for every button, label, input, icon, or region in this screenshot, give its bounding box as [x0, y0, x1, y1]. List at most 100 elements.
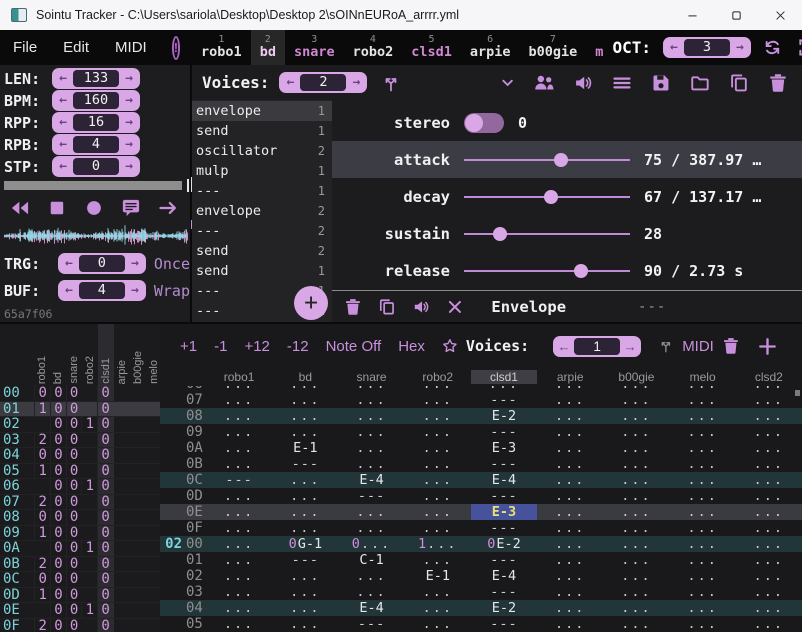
order-row-0F[interactable]: 0F2000: [0, 619, 160, 632]
note-cell[interactable]: ...: [670, 424, 736, 440]
note-cell[interactable]: ...: [405, 392, 471, 408]
slider-knob[interactable]: [493, 227, 507, 241]
stepper-decrement-icon[interactable]: ←: [59, 280, 79, 301]
note-cell[interactable]: ...: [272, 504, 338, 520]
record-icon[interactable]: [84, 198, 104, 218]
note-cell[interactable]: ...: [670, 456, 736, 472]
order-row-02[interactable]: 020010: [0, 417, 160, 433]
note-cell[interactable]: ...: [603, 504, 669, 520]
users-icon[interactable]: [534, 73, 554, 93]
param-slider-sustain[interactable]: [464, 233, 630, 235]
tab-robo2[interactable]: 4robo2: [344, 30, 403, 65]
note-cell[interactable]: ...: [736, 392, 802, 408]
order-cell[interactable]: 1: [34, 525, 50, 541]
order-cell[interactable]: 0: [50, 587, 66, 603]
note-cell[interactable]: ...: [736, 520, 802, 536]
note-cell[interactable]: ...: [405, 456, 471, 472]
stepper-decrement-icon[interactable]: ←: [554, 336, 574, 357]
note-cell[interactable]: ...: [405, 440, 471, 456]
unit-row-empty[interactable]: ---1: [192, 181, 332, 201]
note-cell[interactable]: ...: [405, 600, 471, 616]
note-cell[interactable]: ---: [471, 424, 537, 440]
pattern-row-07[interactable]: 07............---............: [160, 392, 802, 408]
copy-icon[interactable]: [378, 298, 396, 316]
pattern-row-0A[interactable]: 0A...E-1......E-3............: [160, 440, 802, 456]
stepper-increment-icon[interactable]: →: [620, 336, 640, 357]
order-cell[interactable]: 2: [34, 618, 50, 632]
order-cell[interactable]: 0: [97, 463, 113, 479]
note-cell[interactable]: ...: [272, 408, 338, 424]
note-cell[interactable]: ...: [272, 584, 338, 600]
note-cell[interactable]: E-4: [471, 472, 537, 488]
note-cell[interactable]: ...: [272, 424, 338, 440]
pattern-row-03[interactable]: 03............---............: [160, 584, 802, 600]
note-cell[interactable]: ...: [603, 440, 669, 456]
pattern-row-00[interactable]: 0200...0G-10...1...0E-2............: [160, 536, 802, 552]
note-cell[interactable]: E-3: [471, 504, 537, 520]
order-cell[interactable]: 0: [97, 509, 113, 525]
note-cell[interactable]: ...: [670, 552, 736, 568]
note-cell[interactable]: ...: [338, 520, 404, 536]
order-cell[interactable]: 0: [50, 556, 66, 572]
note-cell[interactable]: ---: [471, 520, 537, 536]
note-cell[interactable]: ...: [603, 456, 669, 472]
note-cell[interactable]: ...: [537, 408, 603, 424]
note-cell[interactable]: E-4: [338, 472, 404, 488]
stereo-toggle[interactable]: [464, 113, 504, 133]
note-cell[interactable]: ...: [272, 600, 338, 616]
note-cell[interactable]: C-1: [338, 552, 404, 568]
note-cell[interactable]: ...: [206, 584, 272, 600]
order-cell[interactable]: 0: [97, 618, 113, 632]
note-cell[interactable]: ...: [537, 552, 603, 568]
order-cell[interactable]: 0: [50, 463, 66, 479]
trash-icon[interactable]: [768, 73, 788, 93]
order-cell[interactable]: 0: [97, 540, 113, 556]
order-row-0E[interactable]: 0E0010: [0, 603, 160, 619]
loop-icon[interactable]: [763, 38, 782, 57]
track-header-clsd1[interactable]: clsd1: [471, 370, 537, 384]
stepper-decrement-icon[interactable]: ←: [53, 112, 73, 133]
note-cell[interactable]: 0E-2: [471, 536, 537, 552]
note-cell[interactable]: ...: [736, 440, 802, 456]
note-cell[interactable]: ...: [603, 488, 669, 504]
pattern-row-01[interactable]: 01...---C-1...---............: [160, 552, 802, 568]
order-cell[interactable]: 0: [97, 416, 113, 432]
order-cell[interactable]: 0: [66, 540, 82, 556]
order-cell[interactable]: 1: [81, 416, 97, 432]
speaker-icon[interactable]: [412, 298, 430, 316]
add-unit-button[interactable]: +: [294, 286, 328, 320]
minimize-icon[interactable]: [670, 0, 714, 30]
tab-bd[interactable]: 2bd: [251, 30, 285, 65]
order-row-06[interactable]: 060010: [0, 479, 160, 495]
slider-knob[interactable]: [574, 264, 588, 278]
order-cell[interactable]: 1: [81, 602, 97, 618]
note-cell[interactable]: ...: [736, 472, 802, 488]
note-cell[interactable]: ...: [670, 584, 736, 600]
stepper-increment-icon[interactable]: →: [119, 156, 139, 177]
note-cell[interactable]: 1...: [405, 536, 471, 552]
menu-midi[interactable]: MIDI: [102, 39, 160, 56]
trash-icon[interactable]: [722, 337, 740, 355]
note-cell[interactable]: ...: [206, 456, 272, 472]
unit-row-oscillator[interactable]: oscillator2: [192, 141, 332, 161]
note-cell[interactable]: ...: [670, 440, 736, 456]
order-cell[interactable]: 0: [50, 385, 66, 401]
stepper-increment-icon[interactable]: →: [119, 134, 139, 155]
order-cell[interactable]: 2: [34, 432, 50, 448]
order-cell[interactable]: 0: [97, 571, 113, 587]
note-cell[interactable]: 0G-1: [272, 536, 338, 552]
note-cell[interactable]: ...: [736, 504, 802, 520]
toolbar-button-note-off[interactable]: Note Off: [326, 338, 382, 355]
note-cell[interactable]: E-2: [471, 408, 537, 424]
order-cell[interactable]: 1: [81, 478, 97, 494]
order-col-header-snare[interactable]: snare: [66, 326, 82, 384]
buffer-stepper[interactable]: ←4→: [58, 280, 146, 301]
pattern-row-0C[interactable]: 0C---...E-4...E-4............: [160, 472, 802, 488]
branch-icon[interactable]: [658, 338, 674, 354]
scrollbar-thumb[interactable]: [795, 390, 800, 396]
note-cell[interactable]: ...: [537, 392, 603, 408]
note-cell[interactable]: ...: [206, 552, 272, 568]
note-cell[interactable]: E-4: [471, 568, 537, 584]
note-cell[interactable]: ...: [603, 600, 669, 616]
order-row-0C[interactable]: 0C0000: [0, 572, 160, 588]
